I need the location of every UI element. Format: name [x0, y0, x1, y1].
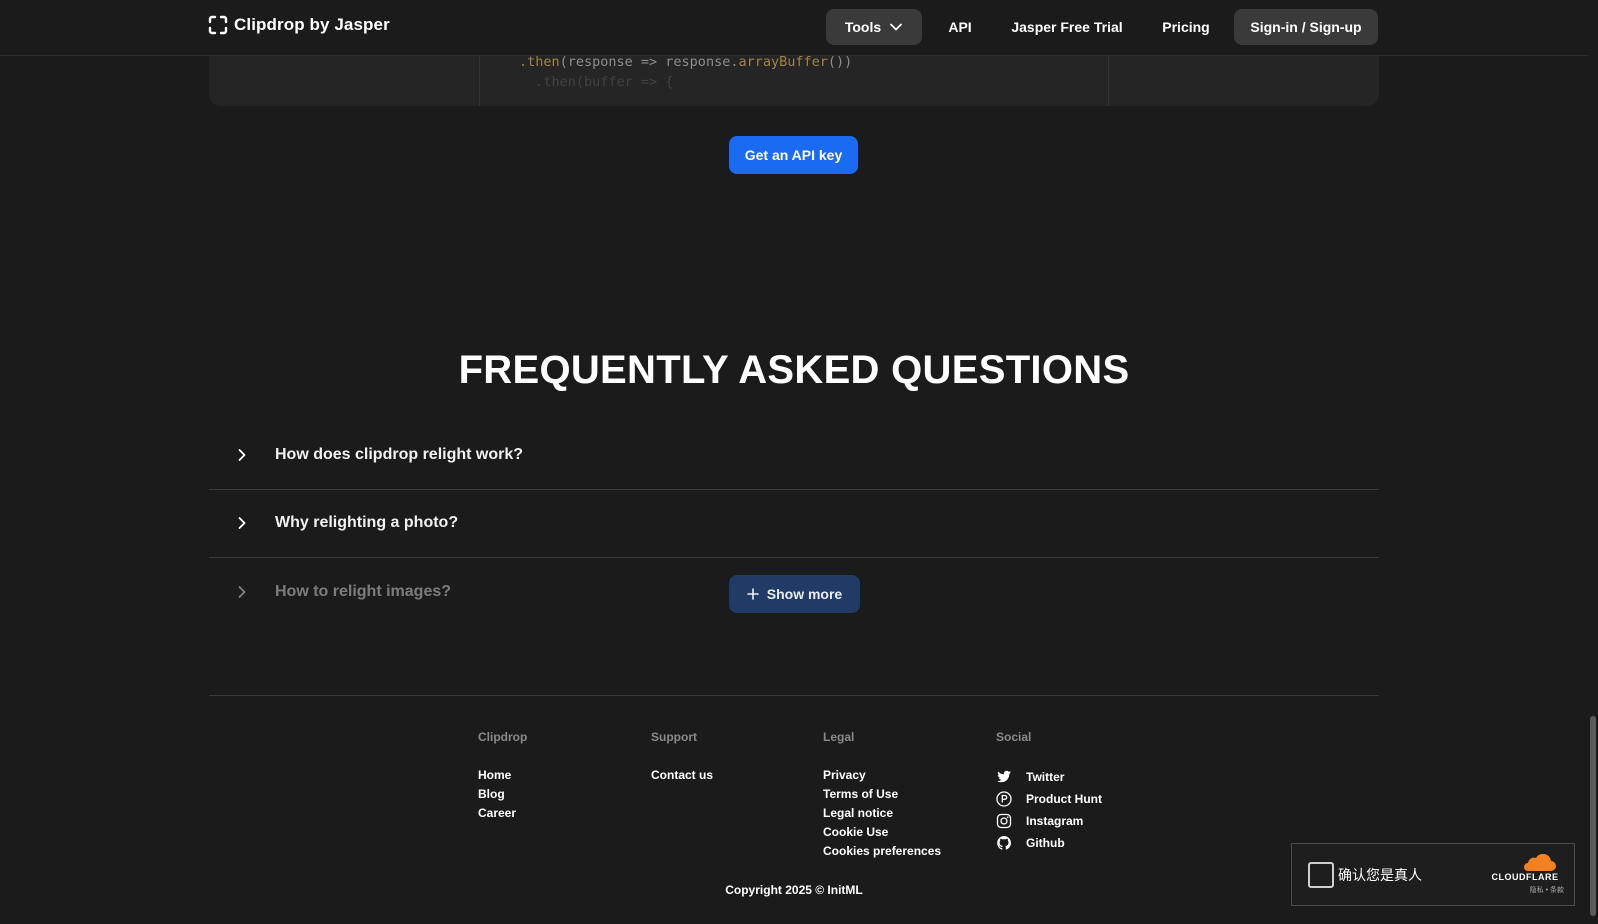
get-api-key-button[interactable]: Get an API key	[729, 136, 858, 174]
chevron-right-icon	[238, 449, 246, 461]
footer-link-privacy[interactable]: Privacy	[823, 766, 941, 785]
footer-link-career[interactable]: Career	[478, 804, 527, 823]
footer-link-cookie-preferences[interactable]: Cookies preferences	[823, 842, 941, 861]
show-more-button[interactable]: Show more	[729, 575, 860, 613]
cloudflare-wordmark: CLOUDFLARE	[1491, 872, 1559, 882]
social-label: Product Hunt	[1026, 791, 1102, 806]
captcha-checkbox[interactable]	[1308, 862, 1334, 888]
clipdrop-logo-icon	[208, 15, 228, 35]
code-token: ())	[827, 54, 853, 70]
footer-divider	[209, 695, 1379, 696]
footer-link-github[interactable]: Github	[996, 832, 1102, 854]
github-icon	[997, 836, 1011, 850]
nav-pricing-link[interactable]: Pricing	[1150, 9, 1222, 45]
footer-link-twitter[interactable]: Twitter	[996, 766, 1102, 788]
show-more-label: Show more	[766, 586, 843, 602]
instagram-icon	[996, 813, 1012, 829]
social-label: Instagram	[1026, 813, 1084, 828]
faq-item[interactable]: Why relighting a photo?	[209, 489, 1379, 558]
faq-item[interactable]: How does clipdrop relight work?	[209, 421, 1379, 490]
footer-column-social: Social Twitter Product Hunt Instagram Gi…	[996, 730, 1102, 854]
footer-link-instagram[interactable]: Instagram	[996, 810, 1102, 832]
nav-jasper-trial-link[interactable]: Jasper Free Trial	[1004, 9, 1130, 45]
chevron-right-icon	[238, 586, 246, 598]
footer-heading: Support	[651, 730, 697, 744]
footer-link-legal-notice[interactable]: Legal notice	[823, 804, 941, 823]
footer-link-product-hunt[interactable]: Product Hunt	[996, 788, 1102, 810]
footer-link-contact[interactable]: Contact us	[651, 766, 713, 785]
faq-title: FREQUENTLY ASKED QUESTIONS	[458, 348, 1130, 392]
faq-question: How to relight images?	[275, 583, 452, 600]
footer-link-home[interactable]: Home	[478, 766, 527, 785]
footer-column-legal: Legal Privacy Terms of Use Legal notice …	[823, 730, 941, 861]
code-line: .then(response => response.arrayBuffer()…	[519, 54, 852, 70]
social-label: Github	[1026, 835, 1065, 850]
footer-heading: Clipdrop	[478, 730, 528, 744]
faq-question: How does clipdrop relight work?	[275, 446, 524, 463]
footer-link-cookie-use[interactable]: Cookie Use	[823, 823, 941, 842]
code-line-faded: .then(buffer => {	[519, 74, 674, 90]
chevron-down-icon	[890, 23, 903, 31]
cloudflare-captcha-widget: 确认您是真人 CLOUDFLARE 隐私 • 条款	[1291, 843, 1575, 906]
social-label: Twitter	[1026, 769, 1065, 784]
footer-column-support: Support Contact us	[651, 730, 713, 785]
nav-api-link[interactable]: API	[940, 9, 980, 45]
top-navigation: Clipdrop by Jasper Tools API Jasper Free…	[0, 0, 1588, 56]
captcha-label: 确认您是真人	[1338, 867, 1422, 883]
brand-logo[interactable]: Clipdrop by Jasper	[208, 15, 390, 35]
footer-heading: Social	[996, 730, 1032, 744]
footer-link-blog[interactable]: Blog	[478, 785, 527, 804]
cloudflare-logo[interactable]: CLOUDFLARE 隐私 • 条款	[1486, 854, 1564, 894]
footer-link-terms[interactable]: Terms of Use	[823, 785, 941, 804]
chevron-right-icon	[238, 517, 246, 529]
plus-icon	[746, 588, 759, 600]
nav-tools-dropdown[interactable]: Tools	[826, 9, 922, 45]
product-hunt-icon	[996, 791, 1012, 807]
page-scrollbar[interactable]	[1588, 0, 1598, 924]
scrollbar-thumb[interactable]	[1590, 716, 1596, 916]
code-token: (response => response.	[559, 54, 739, 70]
twitter-icon	[997, 770, 1011, 783]
footer-heading: Legal	[823, 730, 855, 744]
brand-name: Clipdrop by Jasper	[234, 15, 390, 34]
nav-tools-label: Tools	[844, 19, 882, 35]
captcha-privacy-terms-links[interactable]: 隐私 • 条款	[1486, 885, 1564, 895]
code-token: arrayBuffer	[738, 54, 828, 70]
footer-column-clipdrop: Clipdrop Home Blog Career	[478, 730, 527, 823]
code-token: .then	[519, 54, 560, 70]
cloudflare-cloud-icon	[1524, 854, 1556, 871]
faq-question: Why relighting a photo?	[275, 514, 459, 531]
sign-in-button[interactable]: Sign-in / Sign-up	[1234, 9, 1378, 45]
